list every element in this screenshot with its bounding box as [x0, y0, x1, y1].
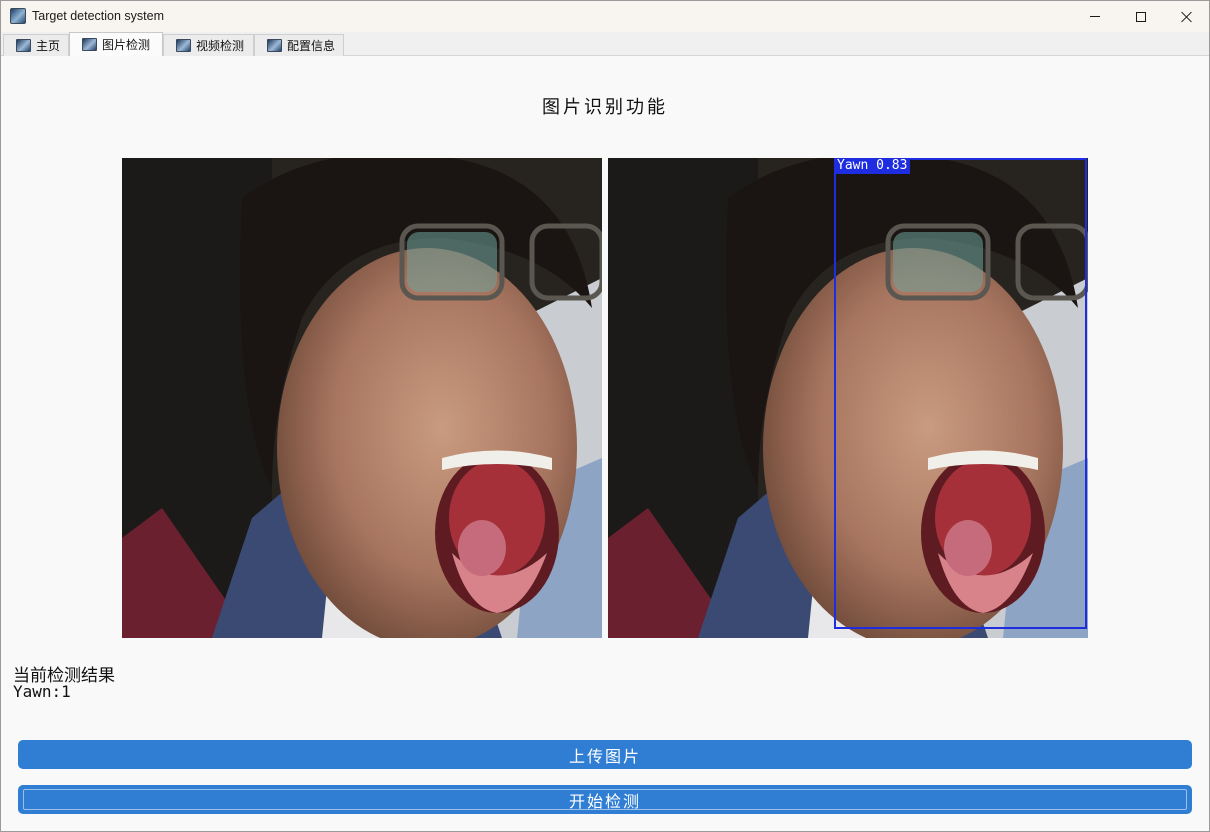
original-image-graphic [122, 158, 602, 638]
tab-app-icon [82, 38, 97, 51]
tab-video-detection[interactable]: 视频检测 [163, 34, 254, 56]
app-window: Target detection system 主页 图片检测 视频检测 配置信… [0, 0, 1210, 832]
tab-app-icon [176, 39, 191, 52]
tab-label: 视频检测 [196, 39, 245, 53]
app-icon [10, 8, 26, 24]
tab-home[interactable]: 主页 [3, 34, 69, 56]
upload-image-label: 上传图片 [568, 746, 641, 766]
tab-label: 图片检测 [102, 38, 151, 52]
original-image [122, 158, 602, 638]
tab-bar: 主页 图片检测 视频检测 配置信息 [1, 32, 1209, 56]
tab-label: 主页 [36, 39, 61, 53]
focus-ring [23, 789, 1187, 810]
start-detection-button[interactable]: 开始检测 [18, 785, 1192, 814]
close-button[interactable] [1164, 1, 1210, 32]
close-icon [1181, 11, 1193, 23]
upload-image-button[interactable]: 上传图片 [18, 740, 1192, 769]
window-title: Target detection system [32, 9, 165, 23]
result-value: Yawn:1 [13, 682, 71, 701]
tab-app-icon [267, 39, 282, 52]
maximize-icon [1136, 11, 1146, 22]
maximize-button[interactable] [1118, 1, 1164, 32]
tab-config-info[interactable]: 配置信息 [254, 34, 344, 56]
minimize-button[interactable] [1072, 1, 1118, 32]
tab-app-icon [16, 39, 31, 52]
detection-bounding-box [834, 158, 1087, 629]
tab-image-detection[interactable]: 图片检测 [69, 32, 163, 56]
tab-label: 配置信息 [287, 39, 336, 53]
title-bar[interactable]: Target detection system [1, 1, 1209, 32]
minimize-icon [1090, 16, 1100, 17]
detection-label: Yawn 0.83 [834, 158, 911, 174]
page-title: 图片识别功能 [542, 97, 668, 118]
